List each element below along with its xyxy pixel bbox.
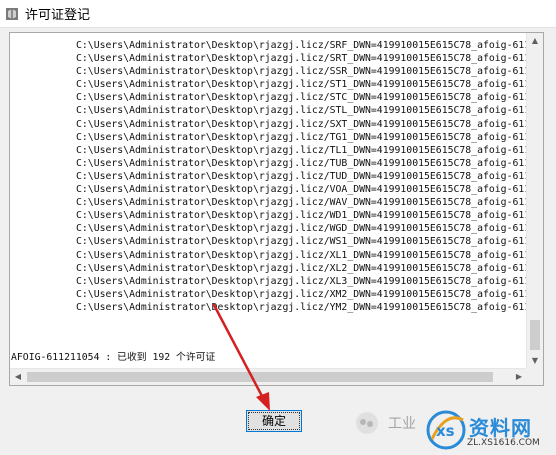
- scroll-up-icon[interactable]: ▲: [527, 33, 543, 49]
- log-line: C:\Users\Administrator\Desktop\rjazgj.li…: [76, 92, 526, 104]
- watermark-logo: xs 资料网 ZL.XS1616.COM: [423, 406, 556, 455]
- vertical-scroll-thumb[interactable]: [530, 320, 540, 350]
- log-line: C:\Users\Administrator\Desktop\rjazgj.li…: [76, 105, 526, 117]
- watermark-left-text: 工业: [388, 416, 416, 432]
- log-line: C:\Users\Administrator\Desktop\rjazgj.li…: [76, 170, 526, 182]
- scroll-down-icon[interactable]: ▼: [527, 353, 543, 369]
- brand-logo-icon: xs: [426, 410, 466, 450]
- ok-button-label: 确定: [261, 414, 286, 428]
- wechat-icon: [356, 412, 378, 434]
- scroll-left-icon[interactable]: ◀: [10, 369, 26, 385]
- log-line: C:\Users\Administrator\Desktop\rjazgj.li…: [76, 236, 526, 248]
- log-line: C:\Users\Administrator\Desktop\rjazgj.li…: [76, 197, 526, 209]
- log-line: C:\Users\Administrator\Desktop\rjazgj.li…: [76, 301, 526, 313]
- vertical-scrollbar[interactable]: ▲ ▼: [526, 33, 543, 369]
- log-line: C:\Users\Administrator\Desktop\rjazgj.li…: [76, 40, 526, 51]
- horizontal-scroll-thumb[interactable]: [27, 372, 493, 382]
- title-bar: 许可证登记: [0, 0, 556, 28]
- log-line: C:\Users\Administrator\Desktop\rjazgj.li…: [76, 79, 526, 91]
- log-panel[interactable]: C:\Users\Administrator\Desktop\rjazgj.li…: [9, 32, 544, 386]
- horizontal-scrollbar[interactable]: ◀ ▶: [10, 368, 527, 385]
- scrollbar-corner: [526, 368, 543, 385]
- log-line: C:\Users\Administrator\Desktop\rjazgj.li…: [76, 249, 526, 261]
- watermark-domain: ZL.XS1616.COM: [467, 438, 540, 448]
- log-line: C:\Users\Administrator\Desktop\rjazgj.li…: [76, 275, 526, 287]
- app-icon: [6, 7, 18, 20]
- log-line: C:\Users\Administrator\Desktop\rjazgj.li…: [76, 53, 526, 65]
- log-line: C:\Users\Administrator\Desktop\rjazgj.li…: [76, 131, 526, 143]
- watermark-left: 工业: [356, 412, 416, 434]
- log-line: C:\Users\Administrator\Desktop\rjazgj.li…: [76, 118, 526, 130]
- svg-text:xs: xs: [436, 422, 455, 440]
- log-line: C:\Users\Administrator\Desktop\rjazgj.li…: [76, 144, 526, 156]
- window-title: 许可证登记: [25, 8, 91, 23]
- log-line: C:\Users\Administrator\Desktop\rjazgj.li…: [76, 262, 526, 274]
- log-line: C:\Users\Administrator\Desktop\rjazgj.li…: [76, 210, 526, 222]
- ok-button[interactable]: 确定: [246, 410, 302, 432]
- log-lines: C:\Users\Administrator\Desktop\rjazgj.li…: [10, 39, 526, 321]
- log-line: C:\Users\Administrator\Desktop\rjazgj.li…: [76, 157, 526, 169]
- log-line: C:\Users\Administrator\Desktop\rjazgj.li…: [76, 288, 526, 300]
- log-line: C:\Users\Administrator\Desktop\rjazgj.li…: [76, 66, 526, 78]
- watermark-brand: 资料网: [469, 416, 532, 440]
- log-line: C:\Users\Administrator\Desktop\rjazgj.li…: [76, 223, 526, 235]
- scroll-right-icon[interactable]: ▶: [511, 369, 527, 385]
- log-line: C:\Users\Administrator\Desktop\rjazgj.li…: [76, 184, 526, 196]
- status-line: AFOIG-611211054 : 已收到 192 个许可证: [11, 352, 216, 363]
